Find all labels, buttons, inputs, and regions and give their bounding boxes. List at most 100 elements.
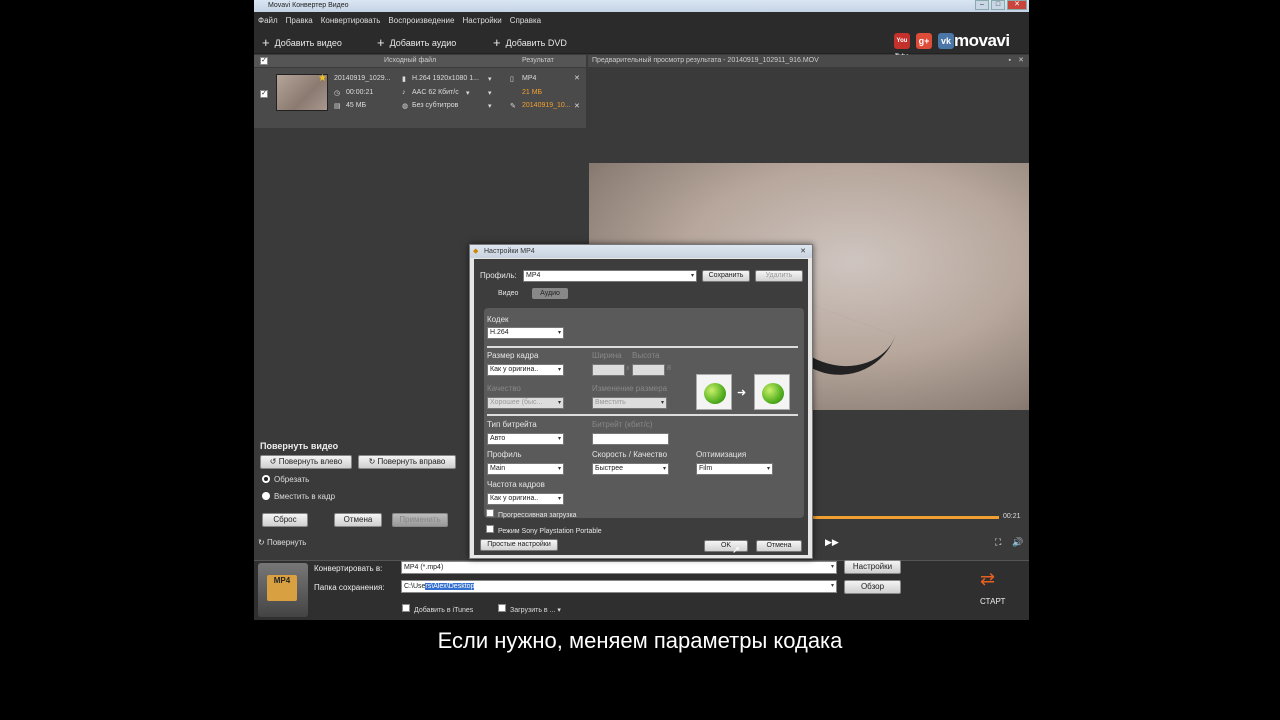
- height-input[interactable]: [632, 364, 665, 376]
- vk-icon[interactable]: vk: [938, 33, 954, 49]
- add-dvd-button[interactable]: + Добавить DVD: [493, 35, 567, 50]
- menu-edit[interactable]: Правка: [286, 16, 313, 25]
- maximize-button[interactable]: □: [991, 0, 1005, 10]
- profile-select[interactable]: MP4 ▾: [523, 270, 697, 282]
- h264-profile-label: Профиль: [487, 450, 522, 459]
- browse-button[interactable]: Обзор: [844, 580, 901, 594]
- bitrate-input[interactable]: [592, 433, 669, 445]
- close-button[interactable]: ✕: [1007, 0, 1027, 10]
- google-plus-icon[interactable]: g+: [916, 33, 932, 49]
- save-button[interactable]: Сохранить: [702, 270, 750, 282]
- output-name[interactable]: 20140919_10...: [522, 102, 571, 109]
- subtitles[interactable]: Без субтитров: [412, 102, 458, 109]
- movavi-logo: movavi: [954, 31, 1010, 50]
- frame-size-select[interactable]: Как у оригина.. ▾: [487, 364, 564, 376]
- minimize-button[interactable]: –: [975, 0, 989, 10]
- apply-button[interactable]: Применить: [392, 513, 448, 527]
- fit-radio[interactable]: Вместить в кадр: [262, 492, 335, 501]
- optimization-value: Film: [699, 465, 713, 472]
- remove-icon[interactable]: ✕: [574, 74, 580, 82]
- format-icon[interactable]: MP4: [258, 563, 308, 617]
- delete-button[interactable]: Удалить: [755, 270, 803, 282]
- close-icon[interactable]: ✕: [800, 245, 806, 258]
- convert-format-select[interactable]: MP4 (*.mp4) ▾: [401, 561, 837, 574]
- bitrate-type-value: Авто: [490, 435, 506, 442]
- resize-value: Вместить: [595, 399, 626, 406]
- convert-arrows-icon[interactable]: ⇄: [980, 569, 995, 590]
- preview-header: Предварительный просмотр результата - 20…: [588, 55, 1029, 67]
- width-input[interactable]: [592, 364, 625, 376]
- chevron-down-icon[interactable]: ▾: [488, 75, 492, 83]
- link-icon[interactable]: 8: [667, 365, 671, 372]
- codec-value: H.264: [490, 329, 509, 336]
- fullscreen-icon[interactable]: ⛶: [995, 537, 1001, 548]
- chevron-down-icon: ▾: [557, 330, 561, 336]
- cancel-rotate-button[interactable]: Отмена: [334, 513, 382, 527]
- ok-button[interactable]: OK: [704, 540, 748, 552]
- profile-label: Профиль:: [480, 271, 517, 280]
- crop-label: Обрезать: [274, 475, 310, 484]
- add-audio-button[interactable]: + Добавить аудио: [377, 35, 456, 50]
- rotate-link[interactable]: ↻ Повернуть: [258, 538, 306, 547]
- file-row[interactable]: ✓ ★ 20140919_1029... ◷ 00:00:21 ▤ 45 МБ …: [254, 68, 586, 128]
- chevron-down-icon: ▾: [766, 466, 770, 472]
- progressive-checkbox[interactable]: Прогрессивная загрузка: [486, 509, 577, 519]
- crop-radio[interactable]: Обрезать: [262, 475, 309, 484]
- star-icon[interactable]: ★: [318, 73, 327, 84]
- dialog-title-bar: ◆ Настройки MP4 ✕: [470, 245, 812, 258]
- itunes-checkbox[interactable]: Добавить в iTunes: [402, 604, 473, 614]
- h264-profile-select[interactable]: Main ▾: [487, 463, 564, 475]
- menu-help[interactable]: Справка: [510, 16, 541, 25]
- chevron-down-icon[interactable]: ▾: [488, 89, 492, 97]
- codec-select[interactable]: H.264 ▾: [487, 327, 564, 339]
- settings-button[interactable]: Настройки: [844, 560, 901, 574]
- rotate-right-button[interactable]: ↻ Повернуть вправо: [358, 455, 456, 469]
- fps-select[interactable]: Как у оригина.. ▾: [487, 493, 564, 505]
- select-all-checkbox[interactable]: ✓: [260, 57, 268, 65]
- menu-file[interactable]: Файл: [258, 16, 278, 25]
- fast-forward-icon[interactable]: ▶▶: [825, 537, 839, 548]
- video-track[interactable]: H.264 1920x1080 1...: [412, 75, 479, 82]
- remove-icon[interactable]: ✕: [574, 102, 580, 110]
- upload-checkbox[interactable]: Загрузить в ... ▾: [498, 604, 561, 614]
- rotate-icon: ↻: [258, 538, 267, 547]
- start-button[interactable]: СТАРТ: [980, 597, 1005, 606]
- reset-button[interactable]: Сброс: [262, 513, 308, 527]
- resize-select[interactable]: Вместить ▾: [592, 397, 667, 409]
- bitrate-type-label: Тип битрейта: [487, 420, 537, 429]
- menu-settings[interactable]: Настройки: [462, 16, 501, 25]
- pencil-icon[interactable]: ✎: [510, 102, 516, 110]
- folder-input[interactable]: C:\Users\Alex\Desktop ▾: [401, 580, 837, 593]
- close-preview-icon[interactable]: ✕: [1018, 55, 1024, 67]
- checkbox: [402, 604, 410, 612]
- subtitle-icon: ◍: [402, 103, 409, 110]
- rotate-right-icon: ↻: [368, 457, 378, 466]
- chevron-down-icon[interactable]: ▾: [488, 102, 492, 110]
- file-checkbox[interactable]: ✓: [260, 90, 268, 98]
- tab-audio[interactable]: Аудио: [532, 288, 568, 299]
- progress-bar[interactable]: [809, 516, 999, 519]
- dock-icon[interactable]: ▪: [1009, 55, 1011, 67]
- dialog-body: Профиль: MP4 ▾ Сохранить Удалить Видео Ау…: [474, 259, 808, 556]
- tab-video[interactable]: Видео: [498, 290, 518, 297]
- optimization-select[interactable]: Film ▾: [696, 463, 773, 475]
- youtube-icon[interactable]: You Tube: [894, 33, 910, 60]
- speed-select[interactable]: Быстрее ▾: [592, 463, 669, 475]
- simple-settings-button[interactable]: Простые настройки: [480, 539, 558, 551]
- title-bar: Movavi Конвертер Видео – □ ✕: [254, 0, 1029, 12]
- profile-value: MP4: [526, 272, 541, 279]
- resize-label: Изменение размера: [592, 384, 668, 393]
- rotate-left-button[interactable]: ↺ Повернуть влево: [260, 455, 352, 469]
- add-video-button[interactable]: + Добавить видео: [262, 35, 342, 50]
- quality-select[interactable]: Хорошее (быс... ▾: [487, 397, 564, 409]
- sony-psp-checkbox[interactable]: Режим Sony Playstation Portable: [486, 525, 602, 535]
- menu-convert[interactable]: Конвертировать: [321, 16, 381, 25]
- bitrate-type-select[interactable]: Авто ▾: [487, 433, 564, 445]
- chevron-down-icon[interactable]: ▾: [466, 89, 470, 97]
- chevron-down-icon: ▾: [690, 273, 694, 279]
- cancel-button[interactable]: Отмена: [756, 540, 802, 552]
- folder-prefix: C:\Use: [404, 583, 426, 590]
- audio-track[interactable]: AAC 62 Кбит/с: [412, 89, 459, 96]
- volume-icon[interactable]: 🔊: [1012, 537, 1023, 548]
- menu-playback[interactable]: Воспроизведение: [388, 16, 454, 25]
